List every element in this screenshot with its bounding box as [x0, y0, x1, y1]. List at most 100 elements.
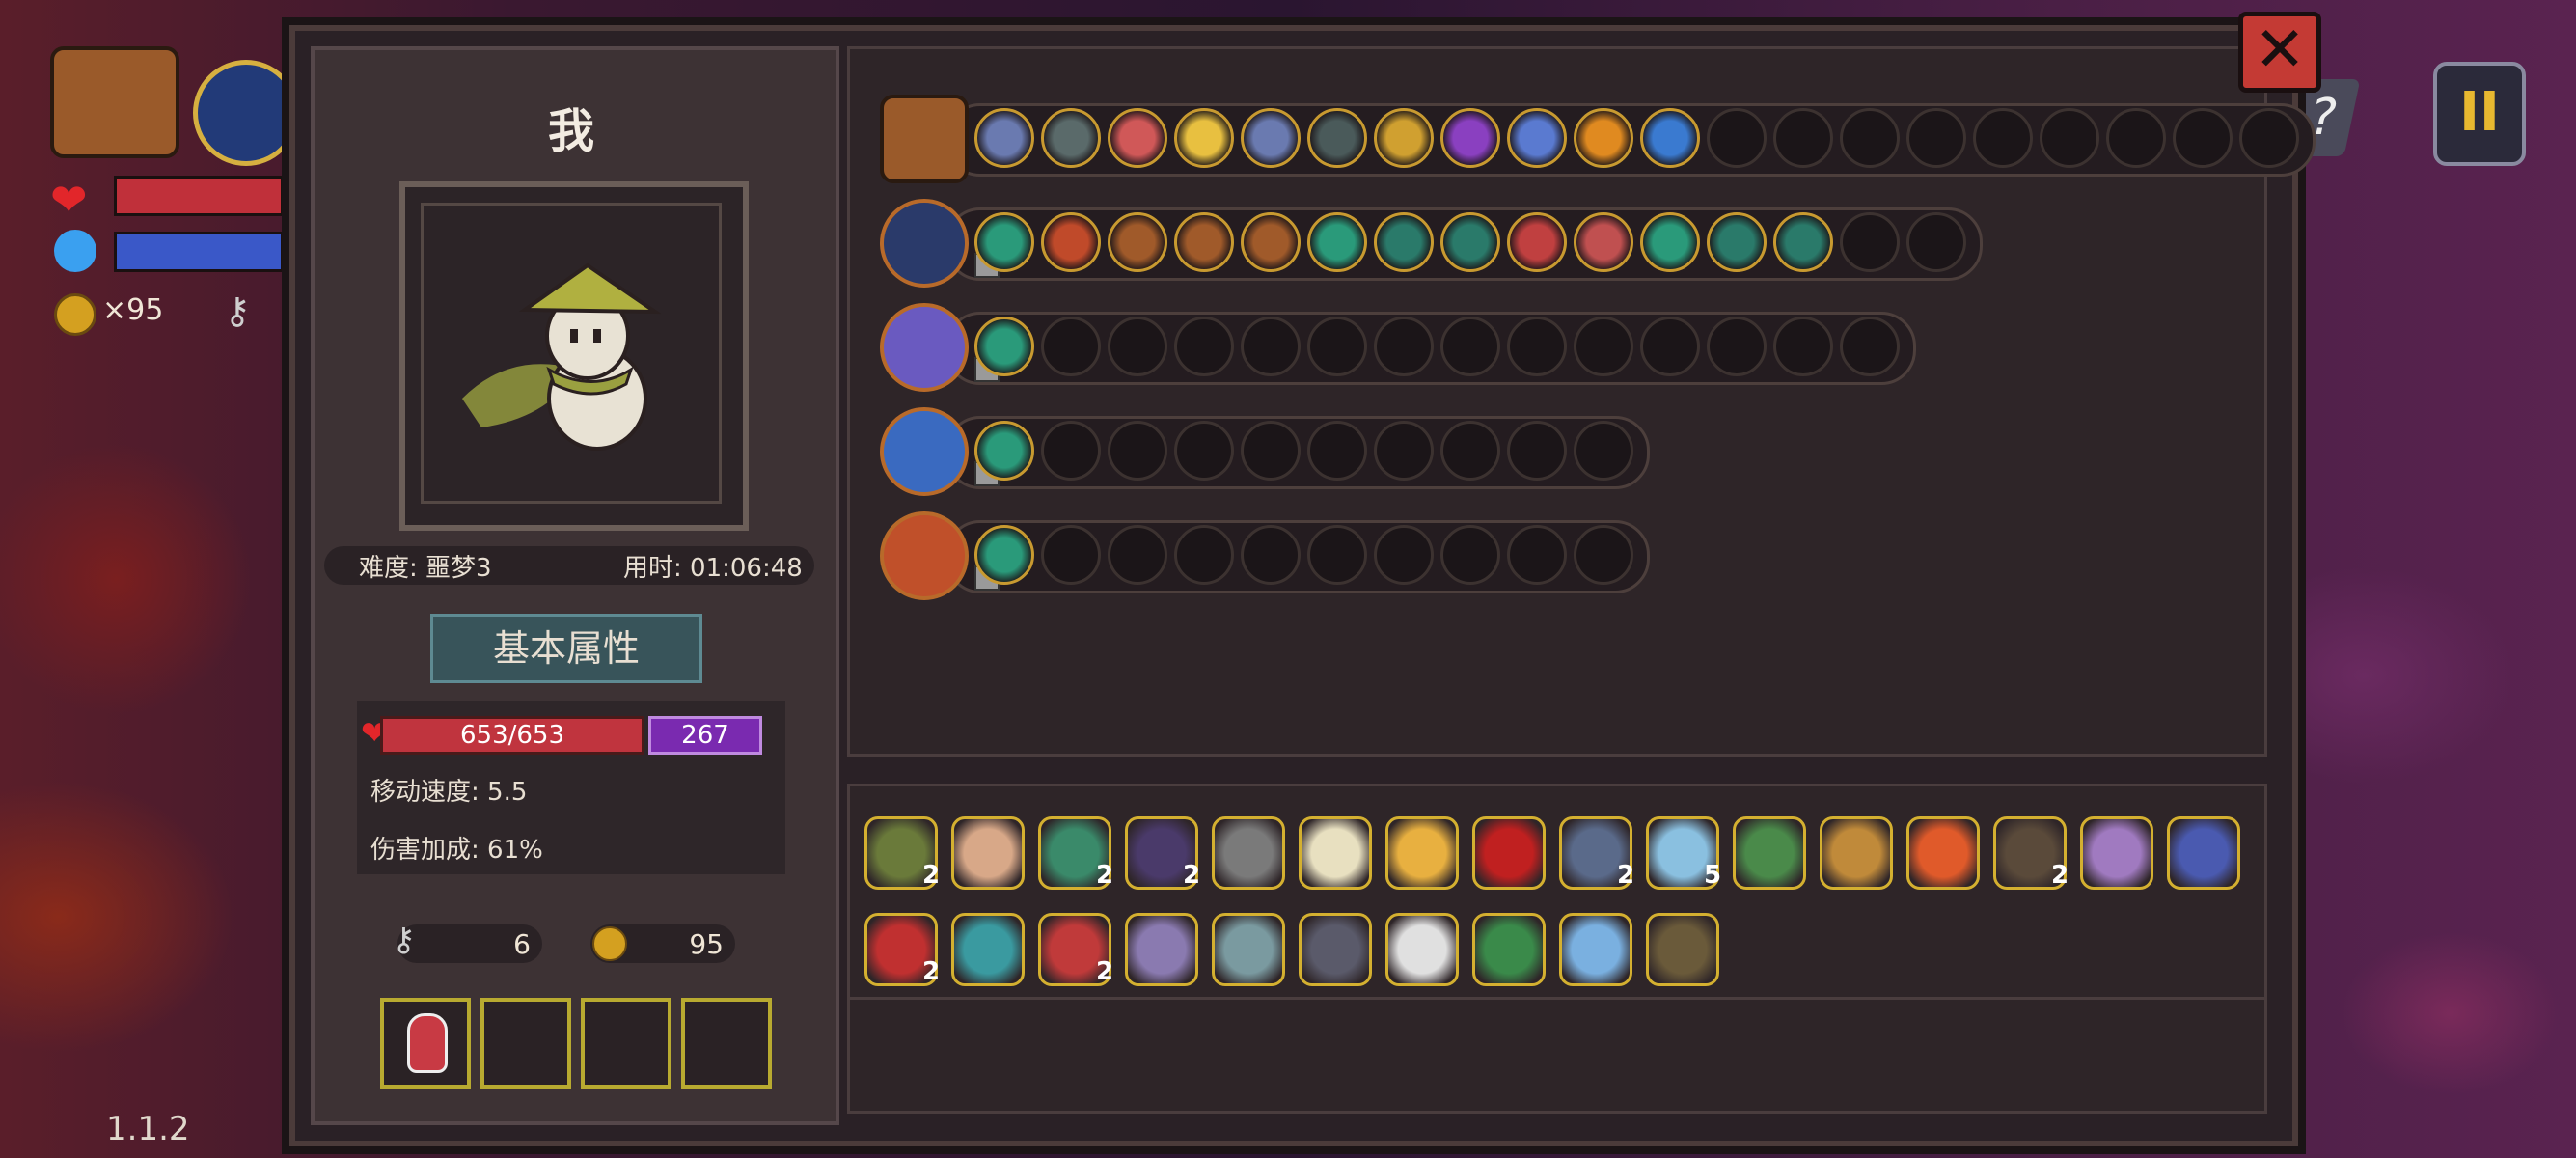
spell-slot-empty[interactable]: [1707, 317, 1767, 376]
spell-slot-filled[interactable]: [1440, 108, 1500, 168]
spell-slot-filled[interactable]: [1707, 212, 1767, 272]
boot-relic-icon[interactable]: [1125, 913, 1198, 986]
spell-slot-empty[interactable]: [1973, 108, 2033, 168]
spell-slot-filled[interactable]: [1241, 212, 1301, 272]
spell-slot-filled[interactable]: [1374, 212, 1434, 272]
consumable-slot[interactable]: [681, 998, 772, 1089]
spell-slot-empty[interactable]: [1241, 421, 1301, 481]
staff-weapon-icon[interactable]: [880, 303, 969, 392]
spell-slot-empty[interactable]: [1440, 421, 1500, 481]
worm-relic-icon[interactable]: [1646, 913, 1719, 986]
spell-slot-empty[interactable]: [1041, 317, 1101, 376]
spell-slot-filled[interactable]: [974, 108, 1034, 168]
torch-weapon-icon[interactable]: [880, 511, 969, 600]
candy-relic-icon[interactable]: [1385, 816, 1459, 890]
pickaxe-relic-icon[interactable]: [1820, 816, 1893, 890]
spell-slot-empty[interactable]: [1574, 317, 1633, 376]
bone-relic-icon[interactable]: [1212, 816, 1285, 890]
bag-weapon-icon[interactable]: [880, 95, 969, 183]
spell-slot-filled[interactable]: [1174, 108, 1234, 168]
spell-slot-filled[interactable]: [974, 525, 1034, 585]
spell-slot-empty[interactable]: [1440, 525, 1500, 585]
spell-slot-empty[interactable]: [1108, 317, 1167, 376]
spell-slot-empty[interactable]: [1108, 525, 1167, 585]
pause-button[interactable]: II: [2433, 62, 2526, 166]
consumable-slot[interactable]: [380, 998, 471, 1089]
spell-slot-empty[interactable]: [1574, 421, 1633, 481]
spell-slot-empty[interactable]: [1507, 421, 1567, 481]
spell-slot-empty[interactable]: [1174, 525, 1234, 585]
spell-slot-filled[interactable]: [1041, 212, 1101, 272]
helmet-relic-icon[interactable]: [1733, 816, 1806, 890]
spell-slot-empty[interactable]: [1707, 108, 1767, 168]
inventory-bag-icon[interactable]: [50, 46, 179, 158]
spell-slot-filled[interactable]: [1108, 212, 1167, 272]
spell-slot-filled[interactable]: [1507, 108, 1567, 168]
spell-slot-empty[interactable]: [1840, 212, 1900, 272]
spell-slot-empty[interactable]: [1374, 525, 1434, 585]
spell-slot-empty[interactable]: [1041, 421, 1101, 481]
spell-slot-empty[interactable]: [1840, 108, 1900, 168]
spell-slot-filled[interactable]: [1041, 108, 1101, 168]
sword-relic-icon[interactable]: [1212, 913, 1285, 986]
spell-slot-empty[interactable]: [2239, 108, 2299, 168]
spell-slot-empty[interactable]: [1840, 317, 1900, 376]
close-button[interactable]: ✕: [2238, 12, 2321, 93]
wing-relic-icon[interactable]: [1299, 816, 1372, 890]
spell-slot-empty[interactable]: [1307, 525, 1367, 585]
spell-slot-empty[interactable]: [1906, 108, 1966, 168]
spell-slot-filled[interactable]: [974, 317, 1034, 376]
spell-slot-filled[interactable]: [1307, 108, 1367, 168]
spell-slot-empty[interactable]: [1507, 525, 1567, 585]
spell-slot-filled[interactable]: [1640, 108, 1700, 168]
spell-slot-empty[interactable]: [1773, 317, 1833, 376]
spell-slot-empty[interactable]: [1507, 317, 1567, 376]
spell-slot-filled[interactable]: [974, 212, 1034, 272]
spell-slot-empty[interactable]: [2040, 108, 2099, 168]
spell-slot-filled[interactable]: [1507, 212, 1567, 272]
lens-relic-icon[interactable]: [1559, 913, 1632, 986]
spell-slot-empty[interactable]: [1574, 525, 1633, 585]
spell-slot-empty[interactable]: [1307, 317, 1367, 376]
spell-slot-empty[interactable]: [1374, 317, 1434, 376]
spell-slot-empty[interactable]: [1440, 317, 1500, 376]
spell-slot-filled[interactable]: [1773, 212, 1833, 272]
spell-slot-empty[interactable]: [1174, 421, 1234, 481]
spell-slot-empty[interactable]: [2173, 108, 2233, 168]
leaf-relic-icon[interactable]: [1472, 913, 1546, 986]
consumable-slot[interactable]: [581, 998, 671, 1089]
spell-slot-filled[interactable]: [1574, 212, 1633, 272]
spell-slot-filled[interactable]: [1374, 108, 1434, 168]
spell-slot-filled[interactable]: [1174, 212, 1234, 272]
spell-slot-filled[interactable]: [1241, 108, 1301, 168]
spell-slot-empty[interactable]: [1906, 212, 1966, 272]
armor-relic-icon[interactable]: [1299, 913, 1372, 986]
spell-slot-empty[interactable]: [1307, 421, 1367, 481]
spell-slot-filled[interactable]: [1307, 212, 1367, 272]
pet-relic-icon[interactable]: [951, 816, 1025, 890]
spell-slot-empty[interactable]: [1041, 525, 1101, 585]
spell-slot-filled[interactable]: [1574, 108, 1633, 168]
gem-relic-icon[interactable]: [2080, 816, 2153, 890]
spell-slot-filled[interactable]: [1640, 212, 1700, 272]
spell-slot-filled[interactable]: [1440, 212, 1500, 272]
eye-relic-icon[interactable]: [1472, 816, 1546, 890]
spellbook-weapon-icon[interactable]: [880, 199, 969, 288]
totem-relic-icon[interactable]: [2167, 816, 2240, 890]
spell-slot-empty[interactable]: [1108, 421, 1167, 481]
dice-relic-icon[interactable]: [951, 913, 1025, 986]
spell-slot-empty[interactable]: [1640, 317, 1700, 376]
spell-slot-filled[interactable]: [974, 421, 1034, 481]
spell-slot-empty[interactable]: [1374, 421, 1434, 481]
spell-slot-empty[interactable]: [1174, 317, 1234, 376]
teeth-relic-icon[interactable]: [1385, 913, 1459, 986]
dagger-weapon-icon[interactable]: [880, 407, 969, 496]
heart-relic-icon[interactable]: [1906, 816, 1980, 890]
spell-slot-empty[interactable]: [1241, 317, 1301, 376]
spell-slot-empty[interactable]: [1773, 108, 1833, 168]
spell-slot-empty[interactable]: [2106, 108, 2166, 168]
tab-basic-attributes[interactable]: 基本属性: [430, 614, 702, 683]
spell-slot-empty[interactable]: [1241, 525, 1301, 585]
spell-slot-filled[interactable]: [1108, 108, 1167, 168]
consumable-slot[interactable]: [480, 998, 571, 1089]
